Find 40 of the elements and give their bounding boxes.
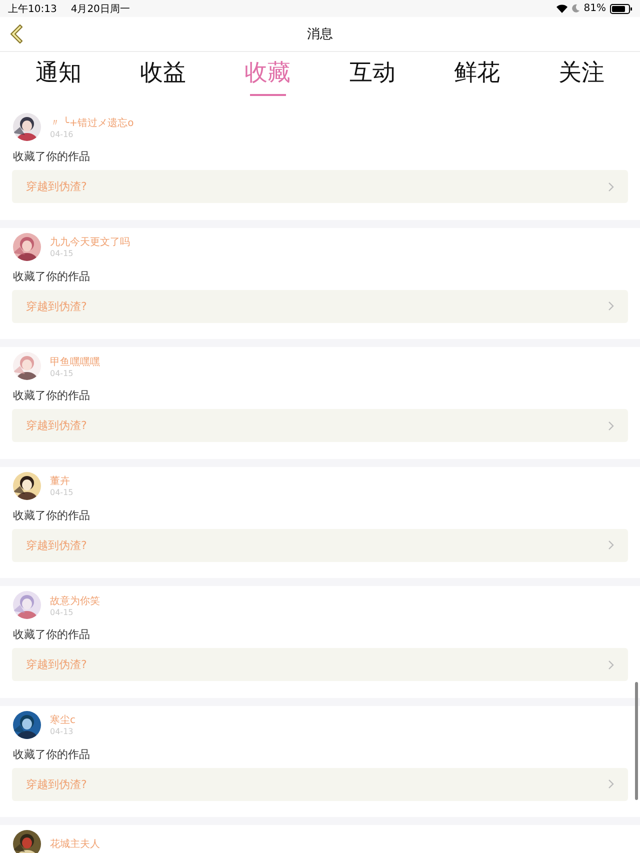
message-text: 收藏了你的作品	[12, 746, 91, 762]
page-title: 消息	[307, 26, 333, 43]
tab[interactable]: 通知	[27, 55, 90, 99]
message-text: 收藏了你的作品	[12, 388, 91, 404]
chevron-right-icon	[608, 540, 614, 550]
status-date: 4月20日周一	[70, 2, 130, 16]
user-name[interactable]: 甲鱼嘿嘿嘿	[50, 354, 100, 368]
tab[interactable]: 鲜花	[446, 55, 508, 99]
tab[interactable]: 关注	[550, 55, 613, 99]
chevron-right-icon	[608, 660, 614, 670]
tab[interactable]: 收益	[132, 55, 194, 99]
tab[interactable]: 收藏	[236, 55, 299, 99]
battery-percent: 81%	[584, 3, 606, 14]
battery-icon	[610, 4, 632, 14]
user-name[interactable]: 故意为你笑	[50, 594, 100, 608]
wifi-icon	[556, 4, 568, 13]
user-name[interactable]: 〃 ╰+错过メ遗忘o	[50, 116, 134, 130]
work-link[interactable]: 穿越到伪渣?	[12, 648, 628, 681]
chevron-right-icon	[608, 420, 614, 430]
user-name[interactable]: 寒尘c	[50, 713, 76, 727]
message-text: 收藏了你的作品	[12, 508, 91, 524]
user-name[interactable]: 董卉	[50, 474, 74, 488]
moon-icon	[572, 4, 580, 13]
chevron-right-icon	[608, 779, 614, 789]
message-text: 收藏了你的作品	[12, 627, 91, 643]
scrollbar[interactable]	[635, 682, 638, 800]
message-text: 收藏了你的作品	[12, 149, 91, 165]
work-link[interactable]: 穿越到伪渣?	[12, 528, 628, 562]
chevron-right-icon	[608, 301, 614, 311]
chevron-right-icon	[608, 182, 614, 192]
tab[interactable]: 互动	[341, 55, 404, 99]
status-time: 上午10:13	[8, 2, 57, 16]
message-text: 收藏了你的作品	[12, 268, 91, 284]
work-link[interactable]: 穿越到伪渣?	[12, 290, 628, 322]
work-link[interactable]: 穿越到伪渣?	[12, 409, 628, 442]
back-icon[interactable]	[9, 24, 23, 44]
user-name[interactable]: 花城主夫人	[50, 837, 100, 851]
work-link[interactable]: 穿越到伪渣?	[12, 768, 628, 800]
user-name[interactable]: 九九今天更文了吗	[50, 235, 130, 249]
work-link[interactable]: 穿越到伪渣?	[12, 170, 628, 203]
